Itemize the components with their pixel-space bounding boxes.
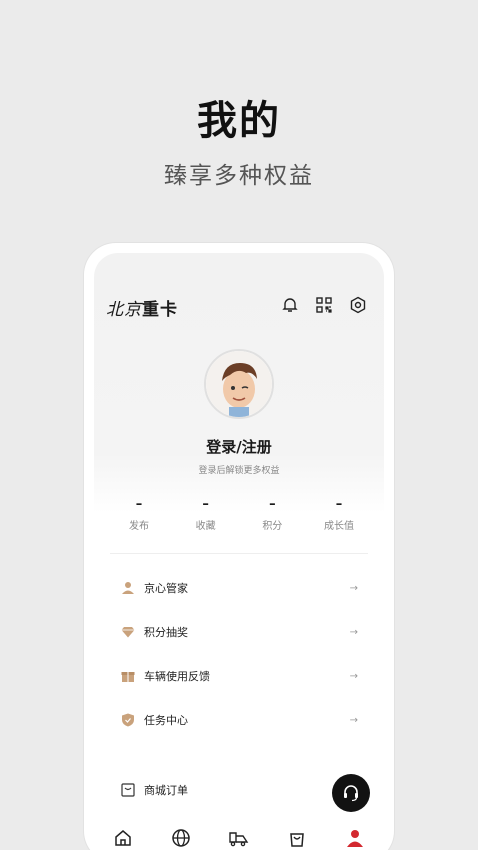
menu-label: 商城订单 <box>144 784 188 797</box>
order-icon <box>118 780 138 800</box>
settings-icon[interactable] <box>348 295 368 315</box>
service-menu: 京心管家 → 积分抽奖 → 车辆使用反馈 → 任务中心 → <box>106 566 372 742</box>
gift-box-icon <box>118 666 138 686</box>
login-register-link[interactable]: 登录/注册 <box>94 436 384 457</box>
stat-points[interactable]: – 积分 <box>243 497 301 532</box>
home-icon <box>115 830 131 846</box>
home-tab[interactable] <box>112 827 134 849</box>
qr-code-icon[interactable] <box>314 295 334 315</box>
stat-value: – <box>335 497 343 512</box>
menu-label: 车辆使用反馈 <box>144 670 210 683</box>
menu-label: 积分抽奖 <box>144 626 188 639</box>
menu-item-lottery[interactable]: 积分抽奖 → <box>106 610 372 654</box>
shop-tab[interactable] <box>286 827 308 849</box>
headset-icon <box>344 785 358 802</box>
promo-subtitle: 臻享多种权益 <box>164 163 314 189</box>
truck-icon <box>229 832 249 847</box>
arrow-right-icon: → <box>349 582 358 594</box>
arrow-right-icon: → <box>349 626 358 638</box>
promo-title: 我的 <box>197 98 281 144</box>
profile-tab[interactable] <box>344 827 366 849</box>
avatar[interactable] <box>204 349 274 419</box>
butler-icon <box>118 578 138 598</box>
bottom-tab-bar <box>94 823 384 850</box>
app-logo: 北京重卡 <box>106 295 178 320</box>
arrow-right-icon: → <box>349 714 358 726</box>
customer-service-button[interactable] <box>332 774 370 812</box>
truck-tab[interactable] <box>228 827 250 849</box>
stats-row: – 发布 – 收藏 – 积分 – 成长值 <box>110 497 368 532</box>
phone-frame: 北京重卡 登录/注册 登录后解锁更多权益 – 发布 – 收藏 – 积分 – 成长… <box>84 243 394 850</box>
stat-posts[interactable]: – 发布 <box>110 497 168 532</box>
stat-label: 收藏 <box>195 521 216 532</box>
menu-item-tasks[interactable]: 任务中心 → <box>106 698 372 742</box>
menu-item-feedback[interactable]: 车辆使用反馈 → <box>106 654 372 698</box>
diamond-icon <box>118 622 138 642</box>
menu-item-butler[interactable]: 京心管家 → <box>106 566 372 610</box>
logo-script: 北京 <box>106 300 142 320</box>
stat-value: – <box>269 497 276 512</box>
bell-icon[interactable] <box>280 295 300 315</box>
stat-label: 发布 <box>129 521 149 532</box>
stat-value: – <box>202 497 209 512</box>
shield-icon <box>118 710 138 730</box>
stat-label: 成长值 <box>323 521 354 532</box>
stat-growth[interactable]: – 成长值 <box>310 497 368 532</box>
stat-favorites[interactable]: – 收藏 <box>177 497 235 532</box>
person-icon <box>347 830 363 847</box>
app-screen: 北京重卡 登录/注册 登录后解锁更多权益 – 发布 – 收藏 – 积分 – 成长… <box>94 253 384 850</box>
globe-icon <box>172 829 190 847</box>
menu-label: 任务中心 <box>144 714 188 727</box>
stat-label: 积分 <box>262 521 283 532</box>
divider <box>110 553 368 554</box>
logo-text: 重卡 <box>142 300 178 320</box>
shopping-bag-icon <box>290 833 304 847</box>
discover-tab[interactable] <box>170 827 192 849</box>
header-actions <box>280 295 368 315</box>
menu-label: 京心管家 <box>144 582 188 595</box>
login-hint: 登录后解锁更多权益 <box>198 466 280 476</box>
app-header: 北京重卡 <box>106 295 372 320</box>
stat-value: – <box>135 497 143 512</box>
arrow-right-icon: → <box>349 670 358 682</box>
